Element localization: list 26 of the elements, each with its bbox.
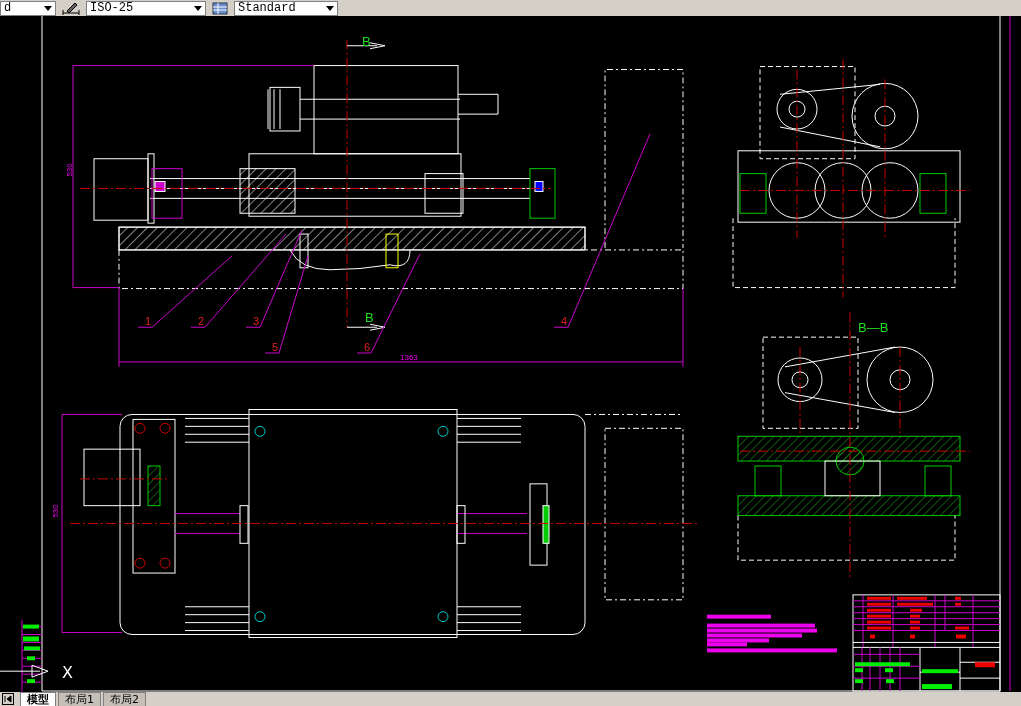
layout-tab[interactable]: 模型 [20, 692, 56, 706]
section-label: B [365, 310, 374, 326]
table-style-dropdown[interactable]: Standard [234, 0, 338, 16]
section-arrow [346, 323, 386, 331]
dimension-style-icon[interactable] [62, 1, 80, 15]
caret-icon [44, 5, 52, 11]
layout-tab[interactable]: 布局2 [103, 692, 146, 706]
axis-label: X [62, 663, 73, 683]
table-style-icon[interactable] [212, 1, 228, 15]
part-number-label: 5 [272, 341, 279, 353]
part-number-label: 2 [198, 315, 205, 328]
part-number-label: 4 [561, 315, 568, 328]
ucs-icon [0, 664, 49, 678]
part-number-label: 3 [253, 315, 260, 328]
layer-dropdown[interactable]: d [0, 0, 56, 16]
section-label: B [362, 33, 371, 49]
caret-icon [326, 5, 334, 11]
layout-tab[interactable]: 布局1 [58, 692, 101, 706]
caret-icon [194, 5, 202, 11]
part-number-label: 1 [145, 315, 152, 328]
dimension-text: 530 [64, 163, 74, 177]
view-title: B—B [858, 320, 889, 336]
dimension-style-dropdown[interactable]: ISO-25 [86, 0, 206, 16]
part-number-label: 6 [364, 341, 371, 353]
tab-scroll-icon[interactable] [2, 693, 14, 705]
dimension-text: 530 [50, 504, 60, 518]
